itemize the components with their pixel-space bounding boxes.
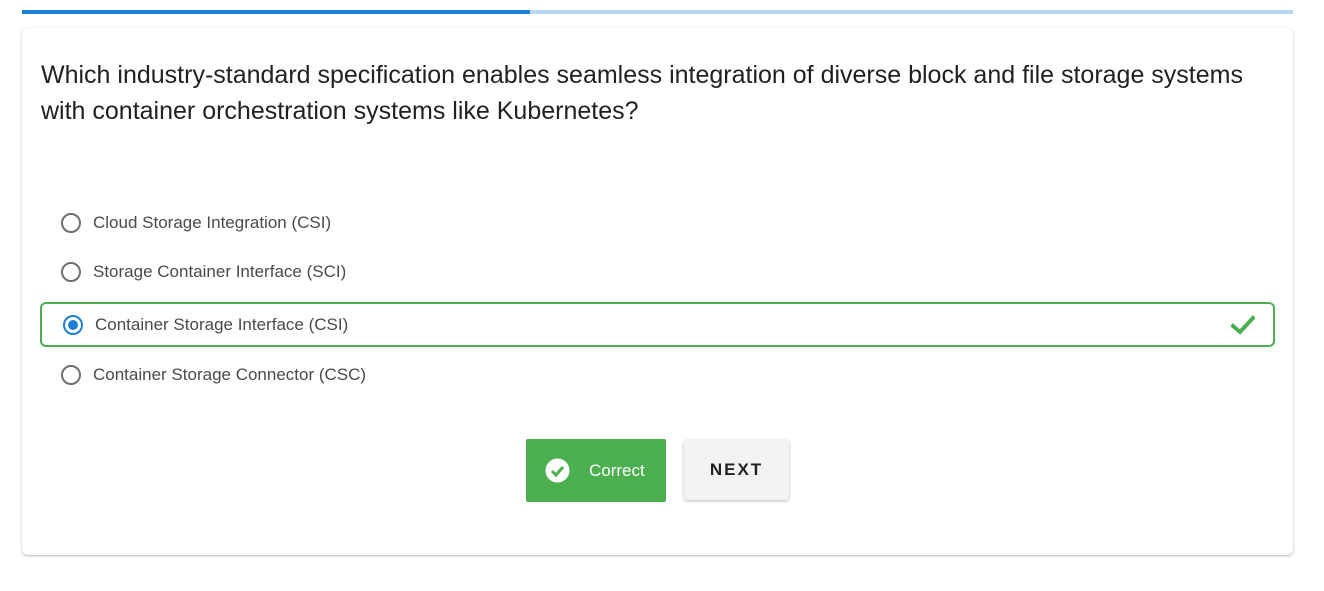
next-button[interactable]: NEXT [684, 440, 789, 500]
radio-button-1[interactable] [61, 212, 81, 233]
answer-option-label: Cloud Storage Integration (CSI) [93, 212, 332, 232]
question-text: Which industry-standard specification en… [41, 61, 1243, 125]
radio-button-2[interactable] [61, 261, 81, 282]
answer-option-1[interactable]: Cloud Storage Integration (CSI) [40, 200, 1275, 245]
answer-option-label: Container Storage Interface (CSI) [95, 314, 349, 334]
correct-result-button[interactable]: Correct [526, 439, 666, 502]
quiz-progress-fill [22, 10, 531, 14]
check-circle-icon [545, 458, 570, 483]
answer-option-label: Storage Container Interface (SCI) [93, 261, 347, 281]
answer-option-3-selected[interactable]: Container Storage Interface (CSI) [40, 302, 1275, 347]
radio-selected-dot [68, 319, 78, 330]
check-icon [1231, 315, 1255, 335]
correct-button-label: Correct [589, 460, 645, 480]
radio-button-4[interactable] [61, 364, 81, 385]
question-card: Which industry-standard specification en… [22, 28, 1293, 555]
answer-option-2[interactable]: Storage Container Interface (SCI) [40, 249, 1275, 294]
action-buttons: Correct NEXT [526, 439, 789, 502]
answer-option-4[interactable]: Container Storage Connector (CSC) [40, 352, 1275, 397]
quiz-progress-bar [22, 10, 1293, 14]
answer-option-label: Container Storage Connector (CSC) [93, 364, 367, 384]
radio-button-3[interactable] [63, 314, 83, 335]
